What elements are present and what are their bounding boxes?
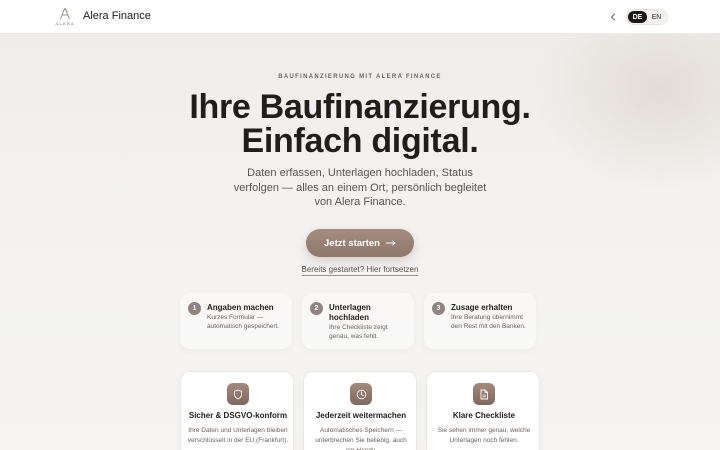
hero-title-line-1: Ihre Baufinanzierung. — [189, 88, 531, 126]
step-card-1: 1 Angaben machen Kurzes Formular — autom… — [180, 293, 292, 349]
feature-description: Ihre Daten und Unterlagen bleiben versch… — [187, 427, 289, 444]
hero-title-line-2: Einfach digital. — [241, 122, 479, 160]
arrow-right-icon — [386, 240, 396, 246]
hero-eyebrow: BAUFINANZIERUNG MIT ALERA FINANCE — [278, 74, 442, 80]
shield-icon — [234, 389, 242, 399]
steps-section: 1 Angaben machen Kurzes Formular — autom… — [180, 293, 540, 349]
logo-wordmark: ALERA — [55, 21, 75, 26]
brand-name[interactable]: Alera Finance — [83, 10, 151, 22]
language-switcher: DE EN — [626, 9, 668, 25]
feature-title: Sicher & DSGVO-konform — [188, 411, 288, 420]
back-button[interactable] — [606, 10, 620, 24]
resume-link-row: Bereits gestartet? Hier fortsetzen — [0, 265, 720, 276]
feature-icon-badge — [350, 383, 372, 405]
alera-logo[interactable]: ALERA — [51, 7, 79, 28]
language-option-en[interactable]: EN — [647, 11, 666, 23]
step-title: Angaben machen — [207, 303, 274, 312]
hero-title: Ihre Baufinanzierung. Einfach digital. — [0, 90, 720, 158]
feature-card-security: Sicher & DSGVO-konform Ihre Daten und Un… — [180, 371, 294, 450]
feature-icon-badge — [227, 383, 249, 405]
top-navigation-bar: ALERA Alera Finance DE EN — [0, 0, 720, 34]
feature-card-resume: Jederzeit weitermachen Automatisches Spe… — [303, 371, 417, 450]
resume-link[interactable]: Bereits gestartet? Hier fortsetzen — [301, 265, 419, 276]
feature-description: Automatisches Speichern — unterbrechen S… — [315, 427, 407, 450]
hero-subtitle: Daten erfassen, Unterlagen hochladen, St… — [233, 167, 487, 208]
step-card-2: 2 Unterlagen hochladen Ihre Checkliste z… — [302, 293, 414, 349]
step-title: Zusage erhalten — [451, 303, 513, 312]
step-description: Ihre Checkliste zeigt genau, was fehlt. — [329, 324, 388, 340]
start-now-button[interactable]: Jetzt starten — [306, 229, 414, 257]
step-description: Kurzes Formular — automatisch gespeicher… — [207, 314, 280, 330]
chevron-left-icon — [610, 13, 615, 21]
feature-title: Klare Checkliste — [452, 411, 516, 420]
step-title: Unterlagen hochladen — [329, 303, 371, 322]
step-description: Ihre Beratung übernimmt den Rest mit den… — [451, 314, 526, 330]
language-option-de[interactable]: DE — [628, 11, 647, 23]
logo-mark-icon — [60, 7, 70, 20]
step-card-3: 3 Zusage erhalten Ihre Beratung übernimm… — [424, 293, 536, 349]
step-number-badge: 2 — [310, 302, 323, 315]
step-number-badge: 3 — [432, 302, 445, 315]
feature-card-checklist: Klare Checkliste Sie sehen immer genau, … — [426, 371, 540, 450]
clock-icon — [356, 389, 366, 399]
feature-description: Sie sehen immer genau, welche Unterlagen… — [437, 427, 531, 444]
document-icon — [480, 389, 488, 399]
feature-icon-badge — [473, 383, 495, 405]
features-section: Sicher & DSGVO-konform Ihre Daten und Un… — [180, 371, 540, 450]
step-number-badge: 1 — [188, 302, 201, 315]
start-now-label: Jetzt starten — [324, 237, 380, 249]
feature-title: Jederzeit weitermachen — [315, 411, 407, 420]
